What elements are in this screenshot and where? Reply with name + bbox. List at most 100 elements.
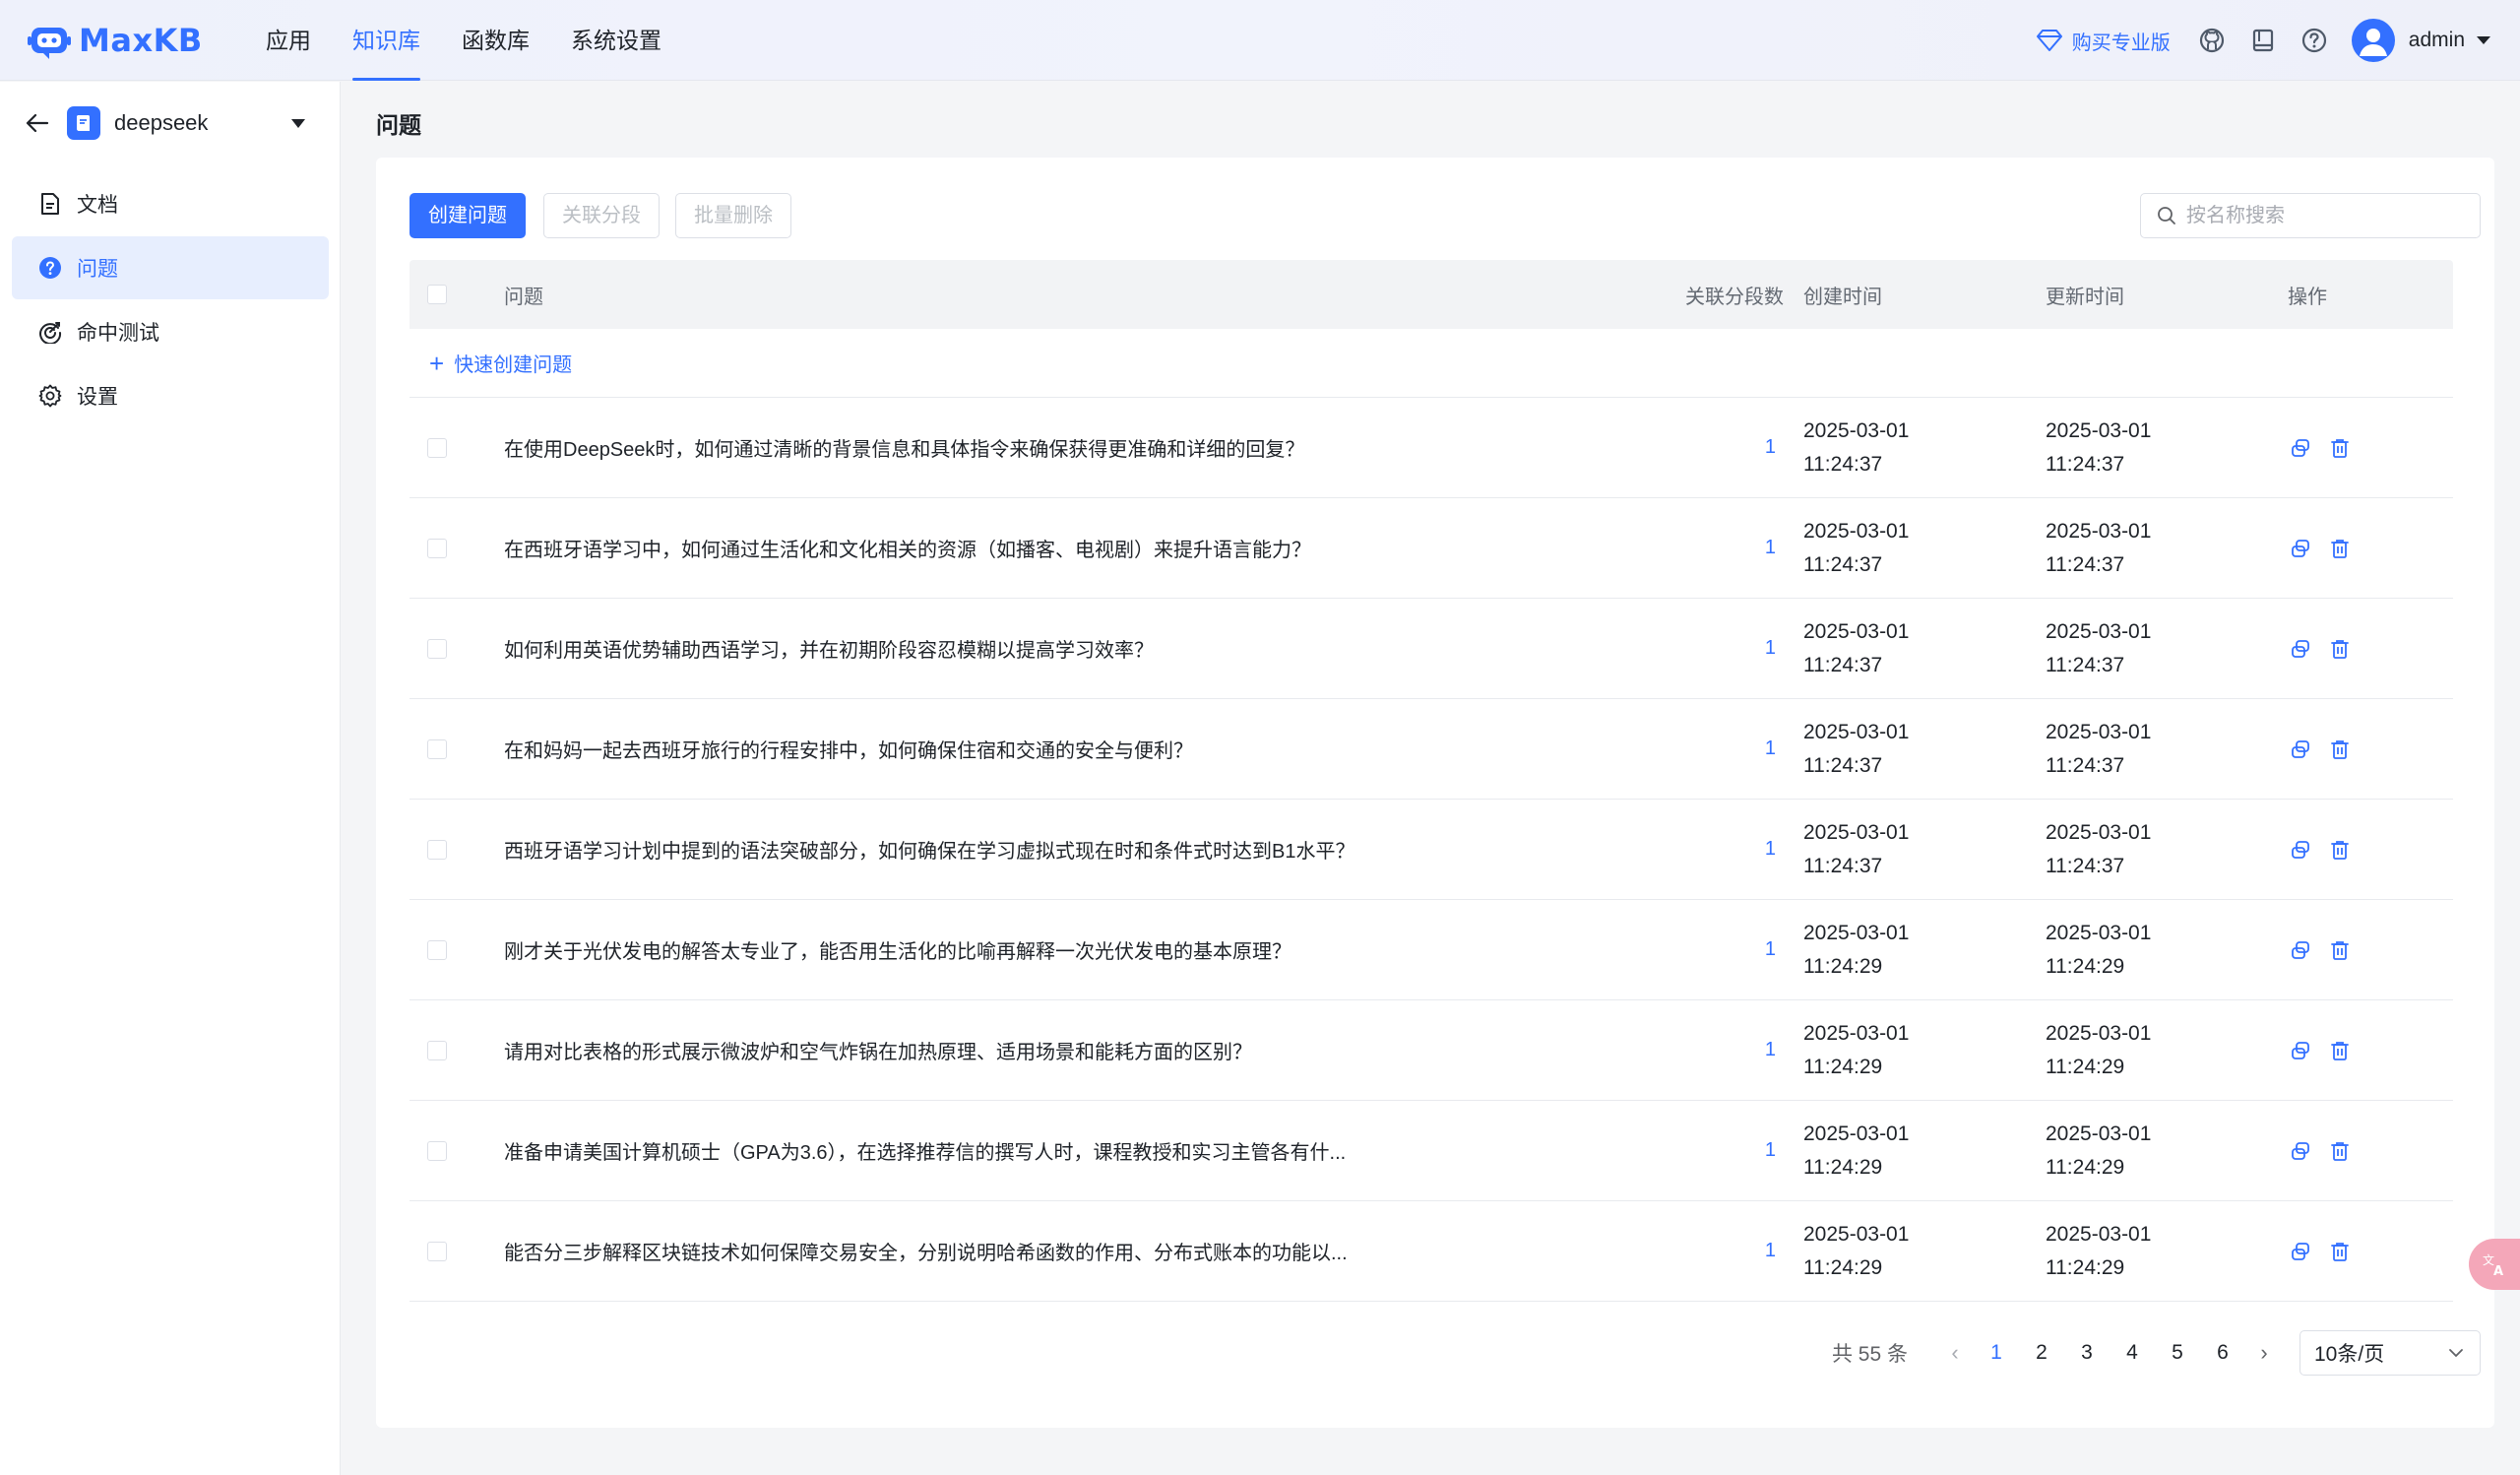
prev-page-icon[interactable]: ‹ [1945,1340,1965,1366]
link-segment-icon[interactable] [2288,536,2313,561]
nav-functions[interactable]: 函数库 [462,0,530,81]
updated-clock: 11:24:29 [2046,954,2125,978]
link-segment-icon[interactable] [2288,1239,2313,1264]
logo[interactable]: MaxKB [28,22,203,59]
created-time: 2025-03-01 11:24:29 [1784,1017,2026,1084]
row-checkbox[interactable] [427,437,447,458]
created-clock: 11:24:37 [1803,452,1883,476]
delete-icon[interactable] [2327,1138,2353,1164]
sidebar-item-documents[interactable]: 文档 [12,172,329,235]
page-3[interactable]: 3 [2073,1341,2101,1365]
question-text[interactable]: 在和妈妈一起去西班牙旅行的行程安排中，如何确保住宿和交通的安全与便利？ [504,735,1670,763]
sidebar-item-hit-test[interactable]: 命中测试 [12,300,329,363]
table-row[interactable]: 能否分三步解释区块链技术如何保障交易安全，分别说明哈希函数的作用、分布式账本的功… [410,1201,2453,1302]
link-segment-icon[interactable] [2288,1038,2313,1063]
link-segment-icon[interactable] [2288,737,2313,762]
table-row[interactable]: 准备申请美国计算机硕士（GPA为3.6），在选择推荐信的撰写人时，课程教授和实习… [410,1101,2453,1201]
page-6[interactable]: 6 [2209,1341,2236,1365]
page-1[interactable]: 1 [1983,1341,2010,1365]
updated-date: 2025-03-01 [2046,820,2152,844]
table-row[interactable]: 西班牙语学习计划中提到的语法突破部分，如何确保在学习虚拟式现在时和条件式时达到B… [410,800,2453,900]
question-text[interactable]: 能否分三步解释区块链技术如何保障交易安全，分别说明哈希函数的作用、分布式账本的功… [504,1237,1670,1265]
search-box[interactable] [2140,193,2481,238]
user-menu[interactable]: admin [2351,19,2490,62]
delete-icon[interactable] [2327,435,2353,461]
row-checkbox[interactable] [427,1040,447,1060]
delete-icon[interactable] [2327,737,2353,762]
github-icon[interactable] [2198,27,2226,54]
segment-count-link[interactable]: 1 [1670,436,1784,459]
segment-count-link[interactable]: 1 [1670,1139,1784,1162]
side-menu: 文档 问题 命中测试 设置 [12,172,329,428]
table-row[interactable]: 在和妈妈一起去西班牙旅行的行程安排中，如何确保住宿和交通的安全与便利？ 1 2025… [410,699,2453,800]
segment-count-link[interactable]: 1 [1670,1039,1784,1061]
segment-count-link[interactable]: 1 [1670,637,1784,660]
row-checkbox[interactable] [427,538,447,558]
select-all-checkbox[interactable] [427,285,447,304]
delete-icon[interactable] [2327,636,2353,662]
back-arrow-icon[interactable] [24,109,51,137]
nav-apps[interactable]: 应用 [266,0,311,81]
created-time: 2025-03-01 11:24:37 [1784,515,2026,582]
table-row[interactable]: 在使用DeepSeek时，如何通过清晰的背景信息和具体指令来确保获得更准确和详细… [410,398,2453,498]
sidebar-item-questions[interactable]: 问题 [12,236,329,299]
link-segment-icon[interactable] [2288,937,2313,963]
help-icon[interactable] [2300,27,2328,54]
batch-delete-button[interactable]: 批量删除 [675,193,791,238]
row-actions [2268,737,2453,762]
nav-knowledge[interactable]: 知识库 [352,0,420,81]
create-question-button[interactable]: 创建问题 [410,193,526,238]
row-checkbox[interactable] [427,638,447,659]
segment-count-link[interactable]: 1 [1670,938,1784,961]
document-icon [37,191,63,217]
nav-settings[interactable]: 系统设置 [571,0,662,81]
delete-icon[interactable] [2327,1239,2353,1264]
page-size-select[interactable]: 10条/页 [2300,1330,2481,1376]
updated-date: 2025-03-01 [2046,1222,2152,1246]
link-segment-icon[interactable] [2288,636,2313,662]
delete-icon[interactable] [2327,837,2353,863]
pagination-total: 共 55 条 [1831,1343,1908,1366]
question-text[interactable]: 在西班牙语学习中，如何通过生活化和文化相关的资源（如播客、电视剧）来提升语言能力… [504,534,1670,562]
table-row[interactable]: 请用对比表格的形式展示微波炉和空气炸锅在加热原理、适用场景和能耗方面的区别？ 1 2… [410,1000,2453,1101]
diamond-icon [2036,30,2062,51]
translate-float-button[interactable]: 文A [2469,1239,2520,1290]
table-row[interactable]: 在西班牙语学习中，如何通过生活化和文化相关的资源（如播客、电视剧）来提升语言能力… [410,498,2453,599]
question-text[interactable]: 在使用DeepSeek时，如何通过清晰的背景信息和具体指令来确保获得更准确和详细… [504,433,1670,462]
page-2[interactable]: 2 [2028,1341,2055,1365]
next-page-icon[interactable]: › [2254,1340,2274,1366]
table-row[interactable]: 如何利用英语优势辅助西语学习，并在初期阶段容忍模糊以提高学习效率？ 1 2025-0… [410,599,2453,699]
segment-count-link[interactable]: 1 [1670,537,1784,559]
sidebar-item-settings[interactable]: 设置 [12,364,329,427]
docs-book-icon[interactable] [2249,27,2277,54]
row-checkbox[interactable] [427,738,447,759]
row-checkbox[interactable] [427,839,447,860]
kb-switcher[interactable]: deepseek [24,103,319,143]
link-segment-icon[interactable] [2288,435,2313,461]
table-row[interactable]: 刚才关于光伏发电的解答太专业了，能否用生活化的比喻再解释一次光伏发电的基本原理？… [410,900,2453,1000]
link-segment-icon[interactable] [2288,1138,2313,1164]
page-4[interactable]: 4 [2118,1341,2146,1365]
search-input[interactable] [2186,204,2462,227]
quick-create-question[interactable]: + 快速创建问题 [410,329,2453,398]
segment-count-link[interactable]: 1 [1670,738,1784,760]
row-checkbox[interactable] [427,1140,447,1161]
updated-date: 2025-03-01 [2046,1122,2152,1145]
row-checkbox[interactable] [427,1241,447,1261]
buy-pro-label: 购买专业版 [2071,32,2171,54]
question-text[interactable]: 西班牙语学习计划中提到的语法突破部分，如何确保在学习虚拟式现在时和条件式时达到B… [504,835,1670,864]
delete-icon[interactable] [2327,1038,2353,1063]
link-segments-button[interactable]: 关联分段 [543,193,660,238]
page-5[interactable]: 5 [2164,1341,2191,1365]
link-segment-icon[interactable] [2288,837,2313,863]
question-text[interactable]: 刚才关于光伏发电的解答太专业了，能否用生活化的比喻再解释一次光伏发电的基本原理？ [504,935,1670,964]
row-checkbox[interactable] [427,939,447,960]
question-text[interactable]: 如何利用英语优势辅助西语学习，并在初期阶段容忍模糊以提高学习效率？ [504,634,1670,663]
segment-count-link[interactable]: 1 [1670,838,1784,861]
question-text[interactable]: 请用对比表格的形式展示微波炉和空气炸锅在加热原理、适用场景和能耗方面的区别？ [504,1036,1670,1064]
buy-pro-link[interactable]: 购买专业版 [2036,27,2171,55]
segment-count-link[interactable]: 1 [1670,1240,1784,1262]
delete-icon[interactable] [2327,536,2353,561]
question-text[interactable]: 准备申请美国计算机硕士（GPA为3.6），在选择推荐信的撰写人时，课程教授和实习… [504,1136,1670,1165]
delete-icon[interactable] [2327,937,2353,963]
